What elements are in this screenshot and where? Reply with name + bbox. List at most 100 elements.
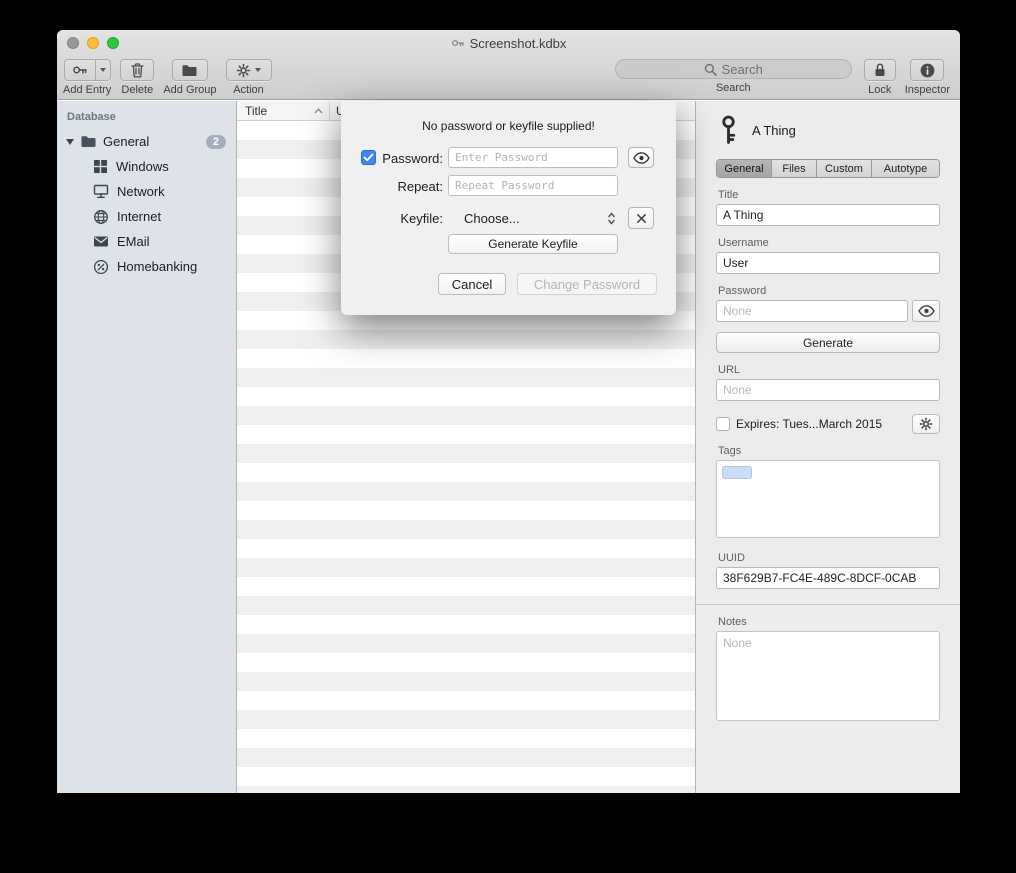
- dialog-repeat-input[interactable]: [448, 175, 618, 196]
- key-icon: [718, 114, 739, 146]
- password-field[interactable]: [716, 300, 908, 322]
- globe-icon: [93, 209, 109, 225]
- column-header-title[interactable]: Title: [237, 101, 330, 120]
- generate-password-button[interactable]: Generate: [716, 332, 940, 353]
- title-field[interactable]: [716, 204, 940, 226]
- expires-options-button[interactable]: [912, 414, 940, 434]
- sidebar-group-general[interactable]: General 2: [57, 129, 236, 154]
- cancel-button[interactable]: Cancel: [438, 273, 506, 295]
- action-label: Action: [233, 84, 264, 96]
- tags-box[interactable]: [716, 460, 940, 538]
- dialog-message: No password or keyfile supplied!: [341, 119, 676, 133]
- sidebar-item-homebanking[interactable]: Homebanking: [57, 254, 236, 279]
- tab-label: General: [724, 163, 763, 175]
- clear-keyfile-button[interactable]: [628, 207, 654, 229]
- checkmark-icon: [363, 153, 374, 162]
- inspector-panel: A Thing General Files Custom Autotype Ti…: [695, 101, 960, 793]
- dialog-password-input[interactable]: [448, 147, 618, 168]
- magnifier-icon: [704, 63, 717, 76]
- add-group-button[interactable]: [172, 59, 208, 81]
- toolbar-item-inspector: Inspector: [905, 59, 950, 96]
- search-input[interactable]: Search: [615, 59, 852, 79]
- notes-field[interactable]: [716, 631, 940, 721]
- uuid-field[interactable]: [716, 567, 940, 589]
- window-title: Screenshot.kdbx: [470, 36, 567, 51]
- dialog-reveal-button[interactable]: [628, 147, 654, 168]
- sidebar-item-email[interactable]: EMail: [57, 229, 236, 254]
- sidebar-item-network[interactable]: Network: [57, 179, 236, 204]
- gear-icon: [236, 63, 251, 78]
- change-password-button[interactable]: Change Password: [517, 273, 657, 295]
- keyfile-popup[interactable]: Choose...: [448, 207, 618, 229]
- sidebar-header: Database: [57, 101, 236, 129]
- app-window: Screenshot.kdbx Add Entry Delete: [57, 30, 960, 793]
- close-x-icon: [636, 213, 647, 224]
- sidebar-item-label: EMail: [117, 234, 150, 249]
- inspector-tabs: General Files Custom Autotype: [716, 159, 940, 178]
- password-row: [716, 300, 940, 322]
- delete-label: Delete: [121, 84, 153, 96]
- sidebar-item-windows[interactable]: Windows: [57, 154, 236, 179]
- folder-icon: [181, 63, 198, 78]
- lock-icon: [873, 62, 887, 78]
- chevron-down-icon: [255, 68, 261, 72]
- notes-label: Notes: [718, 616, 940, 628]
- titlebar[interactable]: Screenshot.kdbx: [57, 30, 960, 56]
- add-entry-button[interactable]: [64, 59, 111, 81]
- toolbar-item-add-entry: Add Entry: [63, 59, 111, 96]
- windows-icon: [93, 159, 108, 174]
- eye-icon: [633, 152, 650, 164]
- keyfile-popup-value: Choose...: [448, 211, 520, 226]
- reveal-password-button[interactable]: [912, 300, 940, 322]
- window-chrome: Screenshot.kdbx Add Entry Delete: [57, 30, 960, 100]
- dialog-keyfile-label: Keyfile:: [378, 211, 443, 226]
- tab-general[interactable]: General: [717, 160, 772, 177]
- toolbar-item-search: Search Search: [615, 59, 852, 94]
- expires-label: Expires: Tues...March 2015: [736, 417, 882, 431]
- username-field[interactable]: [716, 252, 940, 274]
- desktop: { "colors": { "accent_blue": "#3d86f7", …: [0, 0, 1016, 873]
- tags-label: Tags: [718, 445, 940, 457]
- expires-row: Expires: Tues...March 2015: [716, 414, 940, 434]
- eye-icon: [918, 305, 935, 317]
- search-label: Search: [716, 82, 751, 94]
- tab-autotype[interactable]: Autotype: [872, 160, 939, 177]
- delete-button[interactable]: [120, 59, 154, 81]
- popup-stepper-icon: [607, 212, 616, 225]
- toolbar: Add Entry Delete Add Group Action: [57, 56, 960, 100]
- generate-keyfile-button[interactable]: Generate Keyfile: [448, 234, 618, 254]
- add-entry-dropdown[interactable]: [95, 60, 110, 80]
- inspector-button[interactable]: [910, 59, 944, 81]
- action-button[interactable]: [226, 59, 272, 81]
- group-badge: 2: [206, 135, 226, 149]
- section-divider: [696, 604, 960, 605]
- add-entry-label: Add Entry: [63, 84, 111, 96]
- lock-button[interactable]: [864, 59, 896, 81]
- toolbar-item-action: Action: [226, 59, 272, 96]
- dialog-repeat-label: Repeat:: [378, 179, 443, 194]
- disclosure-triangle-icon[interactable]: [66, 139, 74, 145]
- expires-checkbox[interactable]: [716, 417, 730, 431]
- trash-icon: [130, 62, 145, 78]
- sidebar-item-internet[interactable]: Internet: [57, 204, 236, 229]
- sort-ascending-icon: [314, 108, 323, 114]
- add-group-label: Add Group: [163, 84, 216, 96]
- tag-token[interactable]: [722, 466, 752, 479]
- title-field-label: Title: [718, 189, 940, 201]
- toolbar-item-add-group: Add Group: [163, 59, 216, 96]
- toolbar-item-lock: Lock: [864, 59, 896, 96]
- tab-custom[interactable]: Custom: [817, 160, 872, 177]
- password-checkbox[interactable]: [361, 150, 376, 165]
- sidebar-item-label: Homebanking: [117, 259, 197, 274]
- zoom-button[interactable]: [107, 37, 119, 49]
- tab-files[interactable]: Files: [772, 160, 817, 177]
- url-field[interactable]: [716, 379, 940, 401]
- key-icon: [65, 60, 95, 80]
- traffic-lights: [67, 37, 119, 49]
- minimize-button[interactable]: [87, 37, 99, 49]
- sidebar-item-label: Network: [117, 184, 165, 199]
- gear-icon: [919, 417, 933, 431]
- document-key-icon: [451, 36, 465, 50]
- tab-label: Files: [782, 163, 805, 175]
- close-button[interactable]: [67, 37, 79, 49]
